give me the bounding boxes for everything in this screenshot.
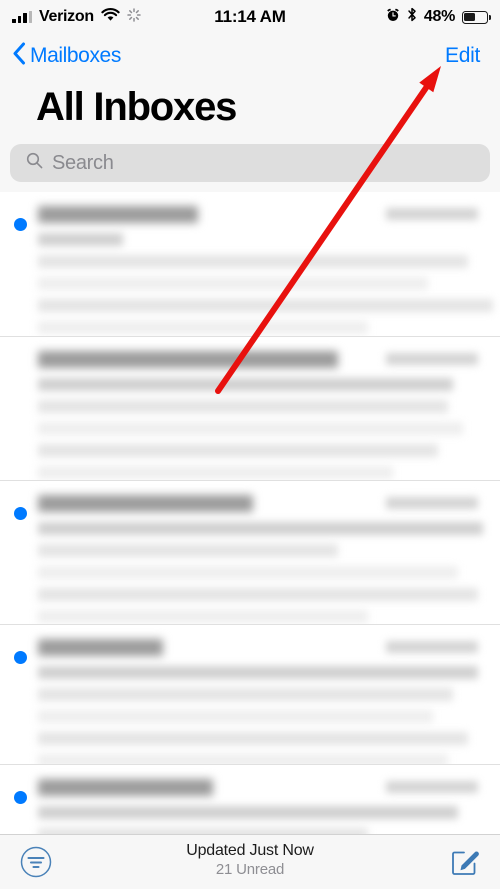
mail-date-redacted bbox=[386, 497, 478, 509]
mail-preview-redacted bbox=[38, 299, 493, 312]
mail-date-redacted bbox=[386, 353, 478, 365]
mail-row[interactable] bbox=[0, 764, 500, 835]
search-input[interactable]: Search bbox=[10, 144, 490, 182]
mail-date-redacted bbox=[386, 781, 478, 793]
unread-indicator-dot bbox=[14, 507, 27, 520]
page-title: All Inboxes bbox=[36, 85, 237, 129]
mail-preview-redacted bbox=[38, 610, 368, 623]
unread-indicator-dot bbox=[14, 218, 27, 231]
signal-bars-icon bbox=[12, 11, 32, 23]
navigation-bar: Mailboxes Edit bbox=[0, 34, 500, 78]
title-area: All Inboxes bbox=[0, 78, 500, 138]
mail-preview-redacted bbox=[38, 710, 433, 723]
mail-sender-redacted bbox=[38, 495, 253, 512]
mail-preview-redacted bbox=[38, 277, 428, 290]
search-placeholder: Search bbox=[52, 151, 114, 174]
back-button-label: Mailboxes bbox=[30, 44, 121, 67]
search-icon bbox=[26, 152, 43, 174]
filter-icon[interactable] bbox=[18, 844, 54, 880]
unread-indicator-dot bbox=[14, 651, 27, 664]
mail-preview-redacted bbox=[38, 732, 468, 745]
bottom-toolbar: Updated Just Now 21 Unread bbox=[0, 834, 500, 889]
mail-preview-redacted bbox=[38, 666, 478, 679]
mail-preview-redacted bbox=[38, 422, 463, 435]
unread-indicator-dot bbox=[14, 791, 27, 804]
alarm-clock-icon bbox=[386, 8, 400, 27]
mail-preview-redacted bbox=[38, 255, 468, 268]
mail-row[interactable] bbox=[0, 624, 500, 767]
status-bar-left: Verizon bbox=[12, 7, 386, 27]
mail-preview-redacted bbox=[38, 806, 458, 819]
mail-preview-redacted bbox=[38, 400, 448, 413]
edit-button[interactable]: Edit bbox=[445, 34, 480, 78]
mail-row[interactable] bbox=[0, 336, 500, 480]
mail-date-redacted bbox=[386, 641, 478, 653]
mail-preview-redacted bbox=[38, 566, 458, 579]
mail-preview-redacted bbox=[38, 466, 393, 479]
compose-icon[interactable] bbox=[448, 845, 482, 879]
updated-label: Updated Just Now bbox=[186, 842, 314, 859]
carrier-label: Verizon bbox=[39, 8, 94, 25]
mail-sender-redacted bbox=[38, 779, 213, 796]
mail-date-redacted bbox=[386, 208, 478, 220]
status-bar-right: 48% bbox=[386, 7, 491, 27]
iphone-screen: Verizon 11:14 AM 48% Mailboxes Edit All … bbox=[0, 0, 500, 889]
mail-row[interactable] bbox=[0, 192, 500, 336]
mail-sender-redacted bbox=[38, 206, 198, 223]
mail-preview-redacted bbox=[38, 378, 453, 391]
mail-preview-redacted bbox=[38, 321, 368, 334]
search-area: Search bbox=[0, 138, 500, 192]
activity-spinner-icon bbox=[127, 7, 141, 27]
bluetooth-icon bbox=[407, 7, 417, 27]
mail-preview-redacted bbox=[38, 544, 338, 557]
mail-preview-redacted bbox=[38, 233, 123, 246]
mail-preview-redacted bbox=[38, 522, 483, 535]
mail-list[interactable] bbox=[0, 192, 500, 835]
mail-preview-redacted bbox=[38, 444, 438, 457]
mail-sender-redacted bbox=[38, 351, 338, 368]
battery-icon bbox=[462, 10, 491, 24]
mail-sender-redacted bbox=[38, 639, 163, 656]
back-to-mailboxes-button[interactable]: Mailboxes bbox=[12, 34, 121, 78]
chevron-left-icon bbox=[12, 42, 26, 70]
mail-row[interactable] bbox=[0, 480, 500, 624]
mailbox-status: Updated Just Now 21 Unread bbox=[0, 842, 500, 878]
mail-preview-redacted bbox=[38, 588, 478, 601]
wifi-icon bbox=[101, 7, 120, 27]
mail-preview-redacted bbox=[38, 688, 453, 701]
status-bar: Verizon 11:14 AM 48% bbox=[0, 0, 500, 34]
unread-count-label: 21 Unread bbox=[215, 861, 285, 878]
battery-percent-label: 48% bbox=[423, 8, 455, 25]
